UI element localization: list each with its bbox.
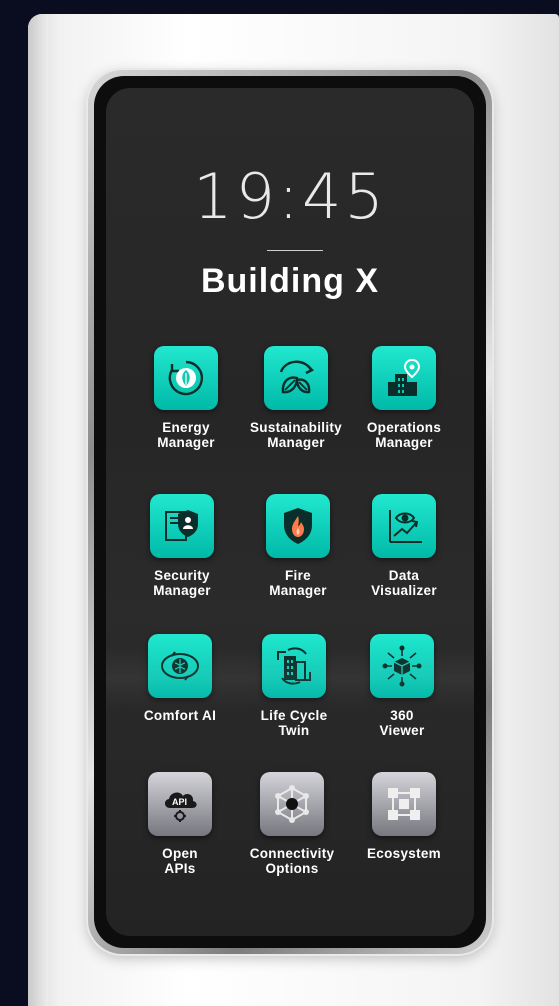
leaves-cycle-icon	[264, 346, 328, 410]
display-frame: 19:45 Building X Energy Manager Sustaina…	[88, 70, 492, 954]
app-fire-manager[interactable]: Fire Manager	[238, 494, 358, 598]
app-label: Sustainability Manager	[250, 420, 342, 450]
app-label: Ecosystem	[367, 846, 441, 861]
app-security-manager[interactable]: Security Manager	[122, 494, 242, 598]
page-title: Building X	[200, 262, 380, 300]
cube-360-icon	[370, 634, 434, 698]
eye-chart-icon	[372, 494, 436, 558]
app-connectivity-options[interactable]: Connectivity Options	[232, 772, 352, 876]
api-cloud-icon: API	[148, 772, 212, 836]
app-data-visualizer[interactable]: Data Visualizer	[344, 494, 464, 598]
display-bezel: 19:45 Building X Energy Manager Sustaina…	[94, 76, 486, 948]
app-label: Operations Manager	[366, 420, 442, 450]
app-label: Open APIs	[162, 846, 198, 876]
app-360-viewer[interactable]: 360 Viewer	[342, 634, 462, 738]
app-label: Fire Manager	[269, 568, 327, 598]
app-label: Data Visualizer	[371, 568, 437, 598]
building-pin-icon	[372, 346, 436, 410]
network-hub-icon	[260, 772, 324, 836]
display-screen: 19:45 Building X Energy Manager Sustaina…	[106, 88, 474, 936]
app-comfort-ai[interactable]: Comfort AI	[120, 634, 240, 723]
brain-icon	[148, 634, 212, 698]
app-label: Security Manager	[153, 568, 211, 598]
clock: 19:45	[193, 160, 387, 233]
app-open-apis[interactable]: API Open APIs	[120, 772, 240, 876]
fire-shield-icon	[266, 494, 330, 558]
device-housing-edge	[28, 14, 48, 1006]
app-ecosystem[interactable]: Ecosystem	[344, 772, 464, 861]
energy-leaf-cycle-icon	[154, 346, 218, 410]
building-cycle-icon	[262, 634, 326, 698]
ecosystem-grid-icon	[372, 772, 436, 836]
app-label: 360 Viewer	[379, 708, 425, 738]
app-label: Connectivity Options	[249, 846, 335, 876]
svg-text:API: API	[172, 797, 187, 807]
app-label: Energy Manager	[157, 420, 215, 450]
shield-user-icon	[150, 494, 214, 558]
app-sustainability-manager[interactable]: Sustainability Manager	[236, 346, 356, 450]
app-operations-manager[interactable]: Operations Manager	[344, 346, 464, 450]
app-label: Comfort AI	[143, 708, 217, 723]
app-label: Life Cycle Twin	[260, 708, 328, 738]
app-energy-manager[interactable]: Energy Manager	[126, 346, 246, 450]
app-life-cycle-twin[interactable]: Life Cycle Twin	[234, 634, 354, 738]
divider	[267, 250, 323, 251]
